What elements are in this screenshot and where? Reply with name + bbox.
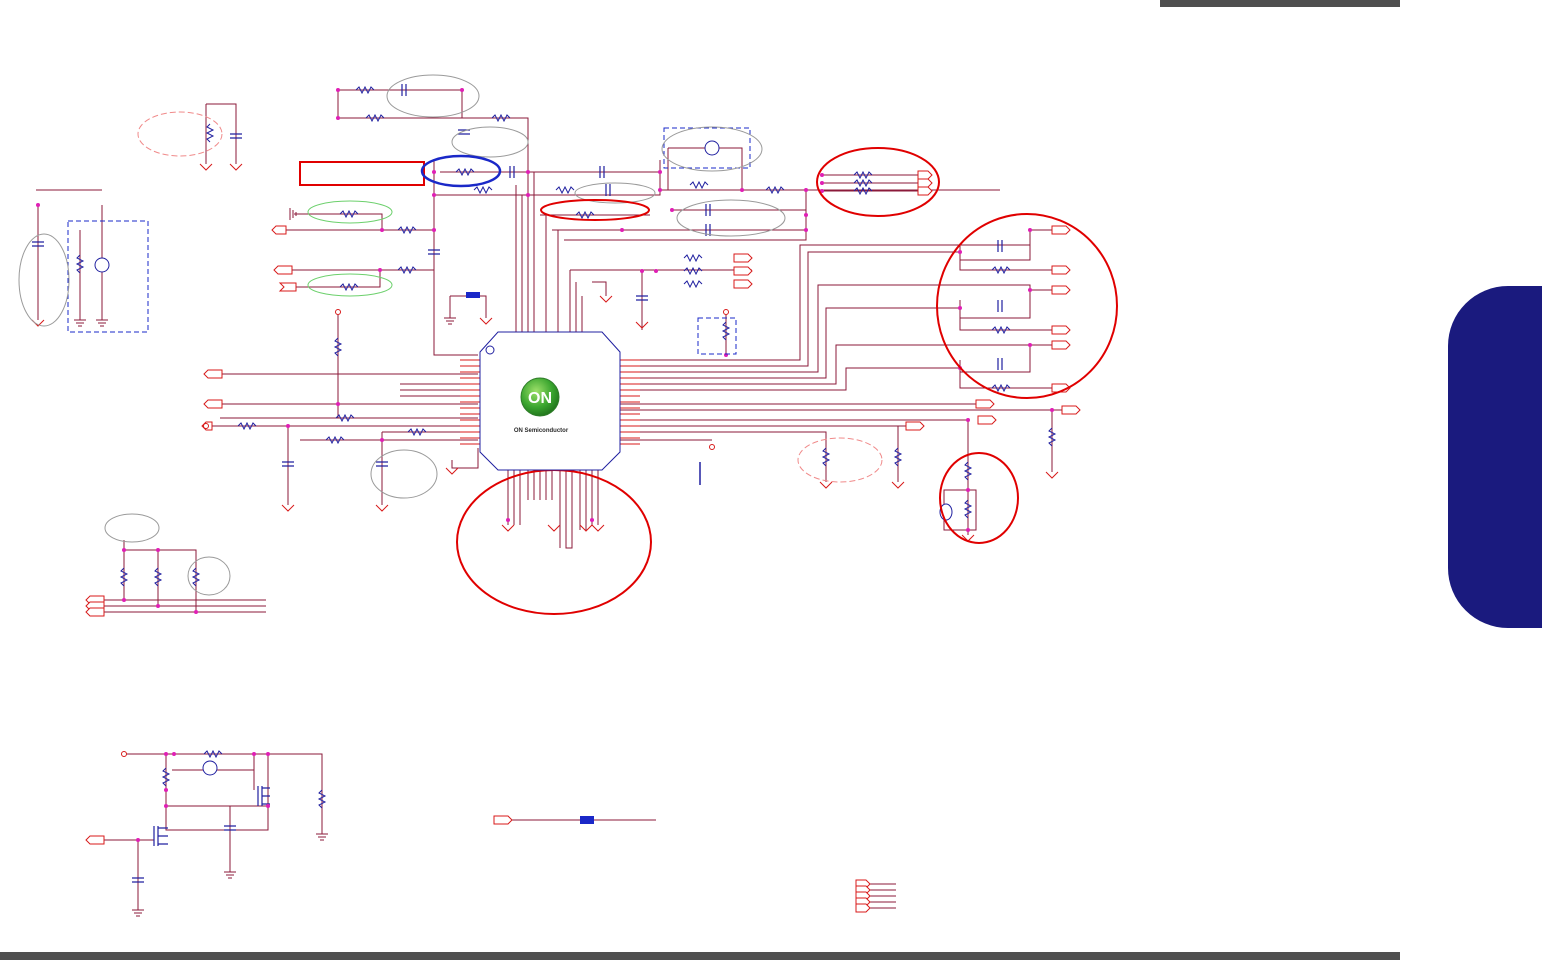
- connector-flags: [85, 170, 1081, 913]
- ground-symbols: [74, 208, 456, 917]
- controller-chip: ON ON Semiconductor: [479, 331, 621, 471]
- annotation-bubbles-gray: [18, 74, 786, 596]
- mosfet-group: [153, 786, 270, 846]
- wire-group: [36, 89, 1070, 910]
- schematic-diagram: ON ON Semiconductor: [18, 74, 1118, 917]
- annotation-bubbles-green: [307, 200, 393, 297]
- capacitor-group: [32, 84, 1003, 883]
- brand-text: ON Semiconductor: [514, 428, 569, 434]
- red-highlight-markers: [299, 147, 1118, 615]
- on-logo-text: ON: [528, 390, 552, 407]
